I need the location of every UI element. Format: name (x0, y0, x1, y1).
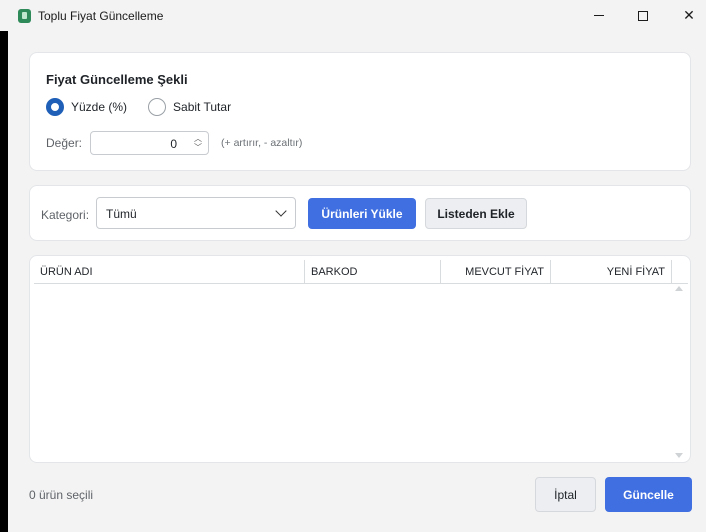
table-header: ÜRÜN ADI BARKOD MEVCUT FİYAT YENİ FİYAT (34, 260, 688, 284)
update-button[interactable]: Güncelle (605, 477, 692, 512)
selection-status: 0 ürün seçili (29, 488, 94, 502)
category-label: Kategori: (41, 208, 90, 222)
app-icon (18, 9, 31, 23)
close-icon: ✕ (683, 7, 695, 23)
column-header-product-name[interactable]: ÜRÜN ADI (34, 260, 305, 283)
value-row: Değer: 0 ︿ ﹀ (+ artırır, - azaltır) (46, 131, 302, 155)
column-header-barcode[interactable]: BARKOD (305, 260, 441, 283)
vertical-scrollbar[interactable] (674, 286, 684, 458)
value-stepper[interactable]: 0 ︿ ﹀ (90, 131, 210, 155)
table-body (34, 285, 676, 457)
radio-fixed-wrapper: Sabit Tutar (148, 98, 231, 116)
value-label: Değer: (46, 136, 83, 150)
chevron-down-icon[interactable]: ﹀ (194, 143, 202, 152)
maximize-icon (638, 10, 648, 21)
products-table: ÜRÜN ADI BARKOD MEVCUT FİYAT YENİ FİYAT (29, 255, 691, 463)
scroll-down-icon[interactable] (675, 453, 683, 458)
update-method-panel: Fiyat Güncelleme Şekli Yüzde (%) Sabit T… (29, 52, 691, 171)
section-title: Fiyat Güncelleme Şekli (46, 72, 188, 87)
minimize-button[interactable] (576, 0, 622, 31)
chevron-down-icon (275, 205, 287, 217)
value-hint: (+ artırır, - azaltır) (221, 137, 303, 149)
add-from-list-button[interactable]: Listeden Ekle (425, 198, 527, 229)
category-select-value[interactable]: Tümü (106, 207, 137, 221)
minimize-icon (594, 15, 604, 16)
method-radio-group: Yüzde (%) Sabit Tutar (46, 98, 231, 116)
title-bar: Toplu Fiyat Güncelleme ✕ (0, 0, 706, 31)
radio-fixed-label[interactable]: Sabit Tutar (173, 100, 231, 114)
filter-panel: Kategori: Tümü Ürünleri Yükle Listeden E… (29, 185, 691, 241)
column-header-current-price[interactable]: MEVCUT FİYAT (441, 260, 551, 283)
window-title: Toplu Fiyat Güncelleme (38, 9, 164, 23)
load-products-button[interactable]: Ürünleri Yükle (308, 198, 416, 229)
stepper-arrows: ︿ ﹀ (194, 134, 202, 152)
left-edge-bar (0, 31, 8, 532)
category-select[interactable]: Tümü (96, 197, 296, 229)
radio-percent-label[interactable]: Yüzde (%) (71, 100, 127, 114)
value-stepper-value[interactable]: 0 (170, 137, 177, 151)
radio-fixed[interactable] (148, 98, 167, 116)
cancel-button[interactable]: İptal (535, 477, 596, 512)
maximize-button[interactable] (620, 0, 666, 31)
chevron-up-icon[interactable]: ︿ (194, 134, 202, 143)
close-button[interactable]: ✕ (666, 0, 706, 31)
scroll-up-icon[interactable] (675, 286, 683, 291)
radio-percent[interactable] (46, 98, 64, 116)
column-header-new-price[interactable]: YENİ FİYAT (551, 260, 672, 283)
